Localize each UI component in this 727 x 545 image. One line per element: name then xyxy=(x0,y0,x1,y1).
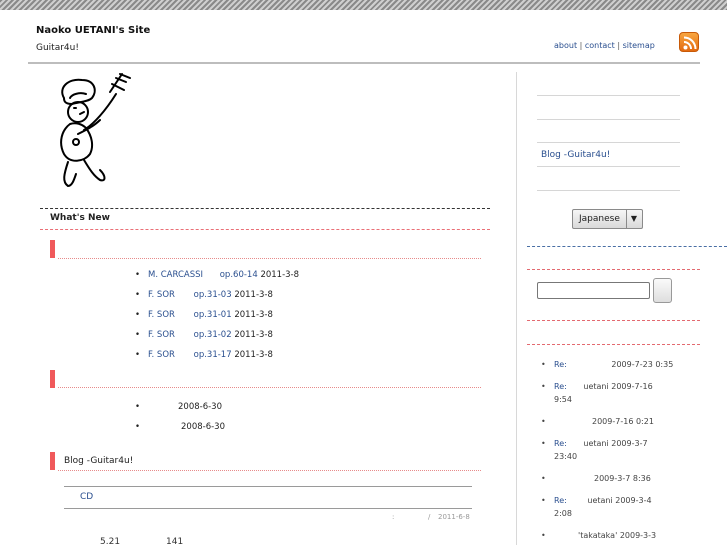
comment-author: uetani xyxy=(583,382,609,391)
score-list: M. CARCASSI op.60-14 2011-3-8 F. SOR op.… xyxy=(135,270,300,370)
post-excerpt-value: 141 xyxy=(166,537,184,545)
comment-date: 2009-3-7 8:36 xyxy=(594,474,651,483)
composer-link[interactable]: M. CARCASSI xyxy=(148,270,203,280)
section-rule xyxy=(58,258,481,259)
site-subtitle: Guitar4u! xyxy=(36,43,79,53)
opus-link[interactable]: op.31-03 xyxy=(194,290,232,300)
composer-link[interactable]: F. SOR xyxy=(148,350,175,360)
opus-link[interactable]: op.60-14 xyxy=(220,270,258,280)
post-bottom-rule xyxy=(64,508,472,509)
sidebar-blog-link[interactable]: Blog -Guitar4u! xyxy=(541,150,610,160)
opus-link[interactable]: op.31-01 xyxy=(194,310,232,320)
comment-link[interactable]: Re: xyxy=(554,360,567,369)
comment-date: 2009-7-23 0:35 xyxy=(611,360,674,369)
composer-link[interactable]: F. SOR xyxy=(148,310,175,320)
post-date: 2011-6-8 xyxy=(438,513,470,521)
item-date: 2008-6-30 xyxy=(181,422,225,432)
whats-new-heading: What's New xyxy=(50,213,110,223)
item-date: 2011-3-8 xyxy=(234,290,273,300)
section-rule xyxy=(58,387,481,388)
item-date: 2011-3-8 xyxy=(234,350,273,360)
contact-link[interactable]: contact xyxy=(585,41,615,50)
about-link[interactable]: about xyxy=(554,41,577,50)
post-excerpt-value: 5.21 xyxy=(100,537,121,545)
section-marker xyxy=(50,370,55,388)
list-item: F. SOR op.31-17 2011-3-8 xyxy=(135,350,299,370)
sidebar-dashed-rule xyxy=(527,246,727,247)
search-input[interactable] xyxy=(537,282,650,299)
post-meta-separator: : xyxy=(392,513,395,521)
comment-time: 2:08 xyxy=(554,509,572,518)
blog-section-label: Blog -Guitar4u! xyxy=(64,456,134,466)
nav-separator: | xyxy=(577,41,585,50)
comment-link[interactable]: Re: xyxy=(554,496,567,505)
sidebar-divider xyxy=(516,72,517,545)
post-meta-separator: / xyxy=(428,513,431,521)
item-date: 2011-3-8 xyxy=(234,330,273,340)
list-item: 2008-6-30 xyxy=(135,422,225,442)
post-top-rule xyxy=(64,486,472,487)
header-divider xyxy=(28,62,700,64)
comment-link[interactable]: Re: xyxy=(554,382,567,391)
language-value: Japanese xyxy=(579,214,620,224)
item-date: 2011-3-8 xyxy=(260,270,300,280)
sidebar-dashed-rule xyxy=(527,344,700,345)
sidebar-rule xyxy=(537,119,680,120)
section-marker xyxy=(50,452,55,470)
rss-icon[interactable] xyxy=(679,32,699,52)
comment-date: 2009-7-16 0:21 xyxy=(592,417,654,426)
comment-date: 2009-3-7 xyxy=(611,439,648,448)
item-date: 2011-3-8 xyxy=(234,310,273,320)
list-item: 2008-6-30 xyxy=(135,402,225,422)
sidebar-dashed-rule xyxy=(527,269,700,270)
comment-date: 2009-3-4 xyxy=(615,496,652,505)
search-button[interactable] xyxy=(653,278,672,303)
top-nav: about | contact | sitemap xyxy=(554,41,655,50)
comment-date: 2009-7-16 xyxy=(611,382,653,391)
item-date: 2008-6-30 xyxy=(178,402,222,412)
section-marker xyxy=(50,240,55,258)
chevron-down-icon[interactable]: ▼ xyxy=(625,210,642,228)
whats-new-top-rule xyxy=(40,208,490,209)
whats-new-bottom-rule xyxy=(40,229,490,230)
list-item: M. CARCASSI op.60-14 2011-3-8 xyxy=(135,270,300,290)
comment-date: 2009-3-3 xyxy=(619,531,657,540)
update-list: 2008-6-30 2008-6-30 xyxy=(135,402,225,442)
comment-author: uetani xyxy=(583,439,609,448)
list-item: F. SOR op.31-03 2011-3-8 xyxy=(135,290,299,310)
list-item: F. SOR op.31-01 2011-3-8 xyxy=(135,310,299,330)
composer-link[interactable]: F. SOR xyxy=(148,290,175,300)
guitarist-logo-icon xyxy=(60,73,131,187)
sidebar-rule xyxy=(537,142,680,143)
comment-author: uetani xyxy=(587,496,613,505)
sitemap-link[interactable]: sitemap xyxy=(623,41,655,50)
list-item: F. SOR op.31-02 2011-3-8 xyxy=(135,330,299,350)
sidebar-rule xyxy=(537,190,680,191)
comment-author: 'takataka' xyxy=(578,531,618,540)
sidebar-rule xyxy=(537,166,680,167)
top-stripe xyxy=(0,0,727,10)
post-title-link[interactable]: CD xyxy=(80,492,93,502)
opus-link[interactable]: op.31-02 xyxy=(194,330,232,340)
sidebar-rule xyxy=(537,95,680,96)
sidebar-dashed-rule xyxy=(527,320,700,321)
section-rule xyxy=(58,470,481,471)
comment-link[interactable]: Re: xyxy=(554,439,567,448)
comment-time: 23:40 xyxy=(554,452,578,461)
site-title[interactable]: Naoko UETANI's Site xyxy=(36,25,150,36)
nav-separator: | xyxy=(614,41,623,50)
language-select[interactable]: Japanese ▼ xyxy=(572,209,643,229)
composer-link[interactable]: F. SOR xyxy=(148,330,175,340)
opus-link[interactable]: op.31-17 xyxy=(194,350,232,360)
comment-time: 9:54 xyxy=(554,395,572,404)
